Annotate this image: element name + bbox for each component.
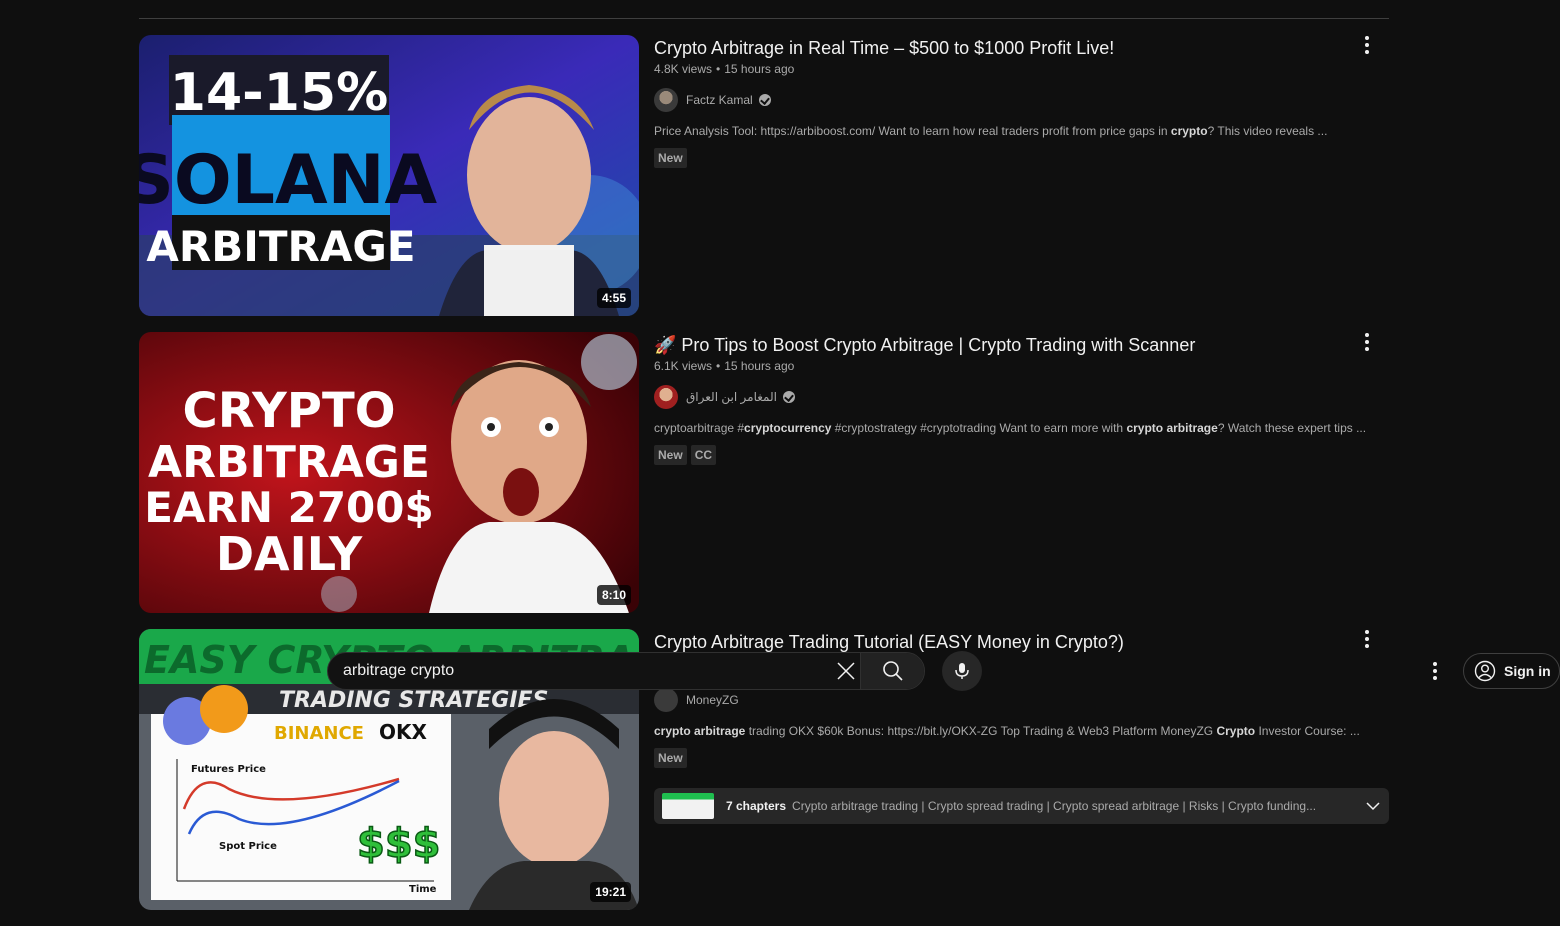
- video-info: 🚀 Pro Tips to Boost Crypto Arbitrage | C…: [654, 332, 1389, 465]
- video-duration: 19:21: [590, 882, 631, 902]
- video-title[interactable]: 🚀 Pro Tips to Boost Crypto Arbitrage | C…: [654, 332, 1334, 358]
- thumb-text-okx: OKX: [379, 720, 428, 744]
- video-thumbnail[interactable]: 14-15% SOLANA ARBITRAGE 4:55: [139, 35, 639, 316]
- new-badge: New: [654, 748, 687, 768]
- top-divider: [139, 18, 1389, 19]
- thumb-text-spot: Spot Price: [219, 841, 277, 852]
- video-description: crypto arbitrage trading OKX $60k Bonus:…: [654, 724, 1360, 738]
- video-duration: 8:10: [596, 585, 631, 605]
- video-description: Price Analysis Tool: https://arbiboost.c…: [654, 124, 1328, 138]
- chapters-thumbnail: [662, 793, 714, 819]
- chapters-panel[interactable]: 7 chapters Crypto arbitrage trading | Cr…: [654, 788, 1389, 824]
- voice-search-button[interactable]: [942, 651, 982, 691]
- video-duration: 4:55: [596, 288, 631, 308]
- more-actions-icon[interactable]: [1357, 332, 1377, 352]
- clear-search-button[interactable]: [828, 657, 864, 687]
- view-count: 6.1K views: [654, 359, 713, 373]
- thumb-text-futures: Futures Price: [191, 764, 266, 775]
- badge-row: New: [654, 148, 1389, 168]
- chapters-count: 7 chapters: [726, 799, 787, 813]
- thumbnail-image: CRYPTO ARBITRAGE EARN 2700$ DAILY: [139, 332, 639, 613]
- video-title[interactable]: Crypto Arbitrage in Real Time – $500 to …: [654, 35, 1334, 61]
- upload-age: 15 hours ago: [724, 62, 795, 76]
- settings-menu-icon[interactable]: [1424, 660, 1446, 682]
- channel-row[interactable]: MoneyZG: [654, 688, 1389, 712]
- close-icon: [837, 662, 855, 680]
- more-actions-icon[interactable]: [1357, 629, 1377, 649]
- cc-badge: CC: [690, 445, 717, 465]
- thumb-text-3: ARBITRAGE: [146, 222, 415, 271]
- sign-in-label: Sign in: [1504, 663, 1551, 679]
- verified-badge-icon: [782, 391, 795, 403]
- thumb-text-2: SOLANA: [139, 141, 438, 220]
- video-description: cryptoarbitrage #cryptocurrency #cryptos…: [654, 421, 1367, 435]
- upload-age: 15 hours ago: [724, 359, 795, 373]
- channel-row[interactable]: Factz Kamal: [654, 88, 1389, 112]
- new-badge: New: [654, 148, 687, 168]
- video-result-2: CRYPTO ARBITRAGE EARN 2700$ DAILY 8:10 🚀…: [139, 332, 1389, 613]
- verified-badge-icon: [758, 94, 771, 106]
- thumb-text-time: Time: [409, 884, 437, 895]
- badge-row: New CC: [654, 445, 1389, 465]
- thumb-text-1: CRYPTO: [182, 383, 395, 439]
- search-box: [327, 652, 925, 690]
- search-icon: [882, 661, 903, 681]
- thumb-text-4: DAILY: [216, 527, 363, 581]
- new-badge: New: [654, 445, 687, 465]
- thumb-text-3: EARN 2700$: [144, 483, 433, 532]
- badge-row: New: [654, 748, 1389, 768]
- channel-name[interactable]: Factz Kamal: [686, 93, 753, 107]
- channel-avatar[interactable]: [654, 88, 678, 112]
- thumbnail-image: 14-15% SOLANA ARBITRAGE: [139, 35, 639, 316]
- thumb-text-binance: BINANCE: [274, 723, 364, 744]
- channel-name[interactable]: MoneyZG: [686, 693, 739, 707]
- thumb-text-1: 14-15%: [170, 63, 388, 123]
- thumb-text-2: ARBITRAGE: [148, 437, 430, 488]
- more-actions-icon[interactable]: [1357, 35, 1377, 55]
- channel-avatar[interactable]: [654, 385, 678, 409]
- thumb-text-dollars: $$$: [357, 821, 441, 867]
- microphone-icon: [955, 663, 969, 679]
- video-metadata: 4.8K views • 15 hours ago: [654, 62, 795, 76]
- chevron-down-icon[interactable]: [1365, 798, 1381, 814]
- channel-row[interactable]: المغامر ابن العراق: [654, 385, 1389, 409]
- channel-name[interactable]: المغامر ابن العراق: [686, 390, 777, 404]
- video-thumbnail[interactable]: CRYPTO ARBITRAGE EARN 2700$ DAILY 8:10: [139, 332, 639, 613]
- chapters-list: Crypto arbitrage trading | Crypto spread…: [792, 799, 1317, 813]
- view-count: 4.8K views: [654, 62, 713, 76]
- account-icon: [1474, 660, 1496, 682]
- channel-avatar[interactable]: [654, 688, 678, 712]
- sign-in-button[interactable]: Sign in: [1463, 653, 1560, 689]
- search-button[interactable]: [860, 653, 924, 689]
- thumb-text-2: TRADING STRATEGIES: [279, 688, 548, 713]
- video-result-1: 14-15% SOLANA ARBITRAGE 4:55 Crypto Arbi…: [139, 35, 1389, 316]
- video-info: Crypto Arbitrage in Real Time – $500 to …: [654, 35, 1389, 168]
- search-input[interactable]: [343, 662, 823, 680]
- video-metadata: 6.1K views • 15 hours ago: [654, 359, 795, 373]
